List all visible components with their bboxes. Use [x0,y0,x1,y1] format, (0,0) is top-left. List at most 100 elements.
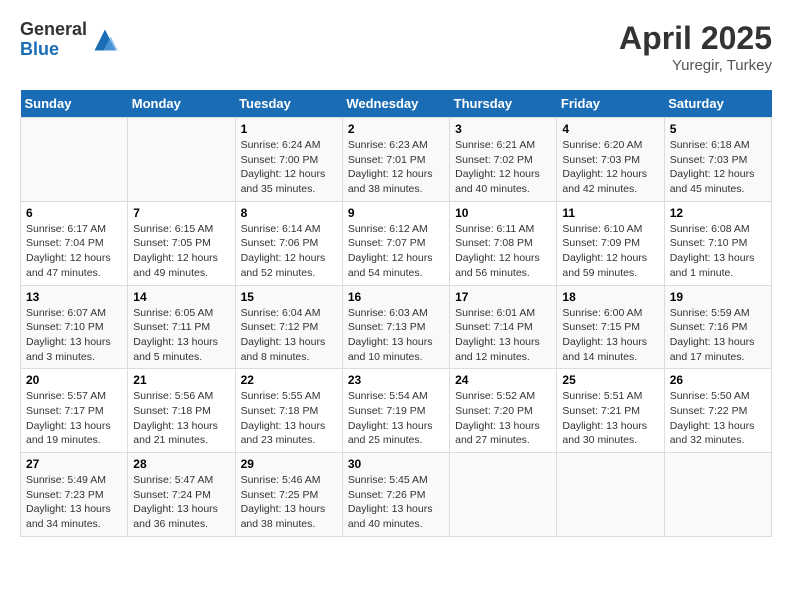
calendar-table: SundayMondayTuesdayWednesdayThursdayFrid… [20,90,772,537]
day-info: Sunrise: 5:45 AM Sunset: 7:26 PM Dayligh… [348,473,444,532]
col-header-friday: Friday [557,90,664,118]
calendar-cell: 24 Sunrise: 5:52 AM Sunset: 7:20 PM Dayli… [450,369,557,453]
col-header-wednesday: Wednesday [342,90,449,118]
calendar-cell [21,118,128,202]
calendar-header-row: SundayMondayTuesdayWednesdayThursdayFrid… [21,90,772,118]
day-number: 7 [133,206,229,220]
day-number: 11 [562,206,658,220]
col-header-sunday: Sunday [21,90,128,118]
day-number: 26 [670,373,766,387]
day-info: Sunrise: 6:07 AM Sunset: 7:10 PM Dayligh… [26,306,122,365]
calendar-cell: 4 Sunrise: 6:20 AM Sunset: 7:03 PM Daylig… [557,118,664,202]
day-number: 15 [241,290,337,304]
calendar-cell: 18Sunrise: 6:00 AM Sunset: 7:15 PM Dayli… [557,285,664,369]
calendar-cell: 13 Sunrise: 6:07 AM Sunset: 7:10 PM Dayli… [21,285,128,369]
day-number: 23 [348,373,444,387]
col-header-thursday: Thursday [450,90,557,118]
day-info: Sunrise: 6:20 AM Sunset: 7:03 PM Dayligh… [562,138,658,197]
day-number: 27 [26,457,122,471]
calendar-cell: 12Sunrise: 6:08 AM Sunset: 7:10 PM Dayli… [664,201,771,285]
logo-general-text: General [20,20,87,40]
calendar-cell: 30 Sunrise: 5:45 AM Sunset: 7:26 PM Dayli… [342,453,449,537]
calendar-cell: 25 Sunrise: 5:51 AM Sunset: 7:21 PM Dayli… [557,369,664,453]
calendar-cell [128,118,235,202]
day-number: 8 [241,206,337,220]
day-info: Sunrise: 6:00 AM Sunset: 7:15 PM Dayligh… [562,306,658,365]
calendar-cell: 27 Sunrise: 5:49 AM Sunset: 7:23 PM Dayli… [21,453,128,537]
logo-blue-text: Blue [20,40,87,60]
day-number: 21 [133,373,229,387]
day-info: Sunrise: 6:03 AM Sunset: 7:13 PM Dayligh… [348,306,444,365]
day-number: 20 [26,373,122,387]
day-number: 1 [241,122,337,136]
calendar-cell: 29 Sunrise: 5:46 AM Sunset: 7:25 PM Dayli… [235,453,342,537]
day-info: Sunrise: 5:59 AM Sunset: 7:16 PM Dayligh… [670,306,766,365]
day-info: Sunrise: 5:46 AM Sunset: 7:25 PM Dayligh… [241,473,337,532]
day-number: 30 [348,457,444,471]
day-number: 22 [241,373,337,387]
calendar-cell: 22 Sunrise: 5:55 AM Sunset: 7:18 PM Dayli… [235,369,342,453]
calendar-cell: 14Sunrise: 6:05 AM Sunset: 7:11 PM Dayli… [128,285,235,369]
day-number: 5 [670,122,766,136]
calendar-cell: 20 Sunrise: 5:57 AM Sunset: 7:17 PM Dayli… [21,369,128,453]
day-info: Sunrise: 6:18 AM Sunset: 7:03 PM Dayligh… [670,138,766,197]
day-info: Sunrise: 5:49 AM Sunset: 7:23 PM Dayligh… [26,473,122,532]
page-header: General Blue April 2025 Yuregir, Turkey [20,20,772,74]
col-header-tuesday: Tuesday [235,90,342,118]
day-info: Sunrise: 6:01 AM Sunset: 7:14 PM Dayligh… [455,306,551,365]
calendar-cell: 8Sunrise: 6:14 AM Sunset: 7:06 PM Daylig… [235,201,342,285]
day-number: 24 [455,373,551,387]
day-info: Sunrise: 6:08 AM Sunset: 7:10 PM Dayligh… [670,222,766,281]
day-info: Sunrise: 5:57 AM Sunset: 7:17 PM Dayligh… [26,389,122,448]
calendar-week-row: 20 Sunrise: 5:57 AM Sunset: 7:17 PM Dayli… [21,369,772,453]
title-block: April 2025 Yuregir, Turkey [619,20,772,74]
calendar-cell: 7 Sunrise: 6:15 AM Sunset: 7:05 PM Daylig… [128,201,235,285]
calendar-cell: 6 Sunrise: 6:17 AM Sunset: 7:04 PM Daylig… [21,201,128,285]
calendar-cell: 28Sunrise: 5:47 AM Sunset: 7:24 PM Dayli… [128,453,235,537]
calendar-cell: 15 Sunrise: 6:04 AM Sunset: 7:12 PM Dayli… [235,285,342,369]
day-number: 3 [455,122,551,136]
day-number: 29 [241,457,337,471]
location-subtitle: Yuregir, Turkey [619,57,772,74]
day-info: Sunrise: 6:23 AM Sunset: 7:01 PM Dayligh… [348,138,444,197]
col-header-monday: Monday [128,90,235,118]
day-info: Sunrise: 5:51 AM Sunset: 7:21 PM Dayligh… [562,389,658,448]
day-info: Sunrise: 5:47 AM Sunset: 7:24 PM Dayligh… [133,473,229,532]
day-info: Sunrise: 6:15 AM Sunset: 7:05 PM Dayligh… [133,222,229,281]
day-number: 13 [26,290,122,304]
calendar-cell: 11Sunrise: 6:10 AM Sunset: 7:09 PM Dayli… [557,201,664,285]
day-info: Sunrise: 6:11 AM Sunset: 7:08 PM Dayligh… [455,222,551,281]
day-number: 17 [455,290,551,304]
calendar-week-row: 6 Sunrise: 6:17 AM Sunset: 7:04 PM Daylig… [21,201,772,285]
day-info: Sunrise: 5:56 AM Sunset: 7:18 PM Dayligh… [133,389,229,448]
logo-icon [91,26,119,54]
logo: General Blue [20,20,119,60]
day-info: Sunrise: 5:50 AM Sunset: 7:22 PM Dayligh… [670,389,766,448]
calendar-cell: 9Sunrise: 6:12 AM Sunset: 7:07 PM Daylig… [342,201,449,285]
calendar-cell: 5 Sunrise: 6:18 AM Sunset: 7:03 PM Daylig… [664,118,771,202]
calendar-cell: 2 Sunrise: 6:23 AM Sunset: 7:01 PM Daylig… [342,118,449,202]
calendar-cell: 26 Sunrise: 5:50 AM Sunset: 7:22 PM Dayli… [664,369,771,453]
day-number: 10 [455,206,551,220]
day-number: 25 [562,373,658,387]
day-number: 6 [26,206,122,220]
month-title: April 2025 [619,20,772,57]
calendar-cell: 10 Sunrise: 6:11 AM Sunset: 7:08 PM Dayli… [450,201,557,285]
calendar-cell [450,453,557,537]
day-number: 14 [133,290,229,304]
day-number: 2 [348,122,444,136]
day-info: Sunrise: 5:52 AM Sunset: 7:20 PM Dayligh… [455,389,551,448]
day-info: Sunrise: 6:17 AM Sunset: 7:04 PM Dayligh… [26,222,122,281]
calendar-week-row: 1 Sunrise: 6:24 AM Sunset: 7:00 PM Daylig… [21,118,772,202]
day-info: Sunrise: 6:04 AM Sunset: 7:12 PM Dayligh… [241,306,337,365]
calendar-cell: 1 Sunrise: 6:24 AM Sunset: 7:00 PM Daylig… [235,118,342,202]
day-number: 4 [562,122,658,136]
day-info: Sunrise: 6:24 AM Sunset: 7:00 PM Dayligh… [241,138,337,197]
col-header-saturday: Saturday [664,90,771,118]
day-number: 16 [348,290,444,304]
calendar-cell: 17 Sunrise: 6:01 AM Sunset: 7:14 PM Dayli… [450,285,557,369]
day-info: Sunrise: 5:54 AM Sunset: 7:19 PM Dayligh… [348,389,444,448]
day-info: Sunrise: 5:55 AM Sunset: 7:18 PM Dayligh… [241,389,337,448]
day-number: 9 [348,206,444,220]
calendar-cell: 21 Sunrise: 5:56 AM Sunset: 7:18 PM Dayli… [128,369,235,453]
